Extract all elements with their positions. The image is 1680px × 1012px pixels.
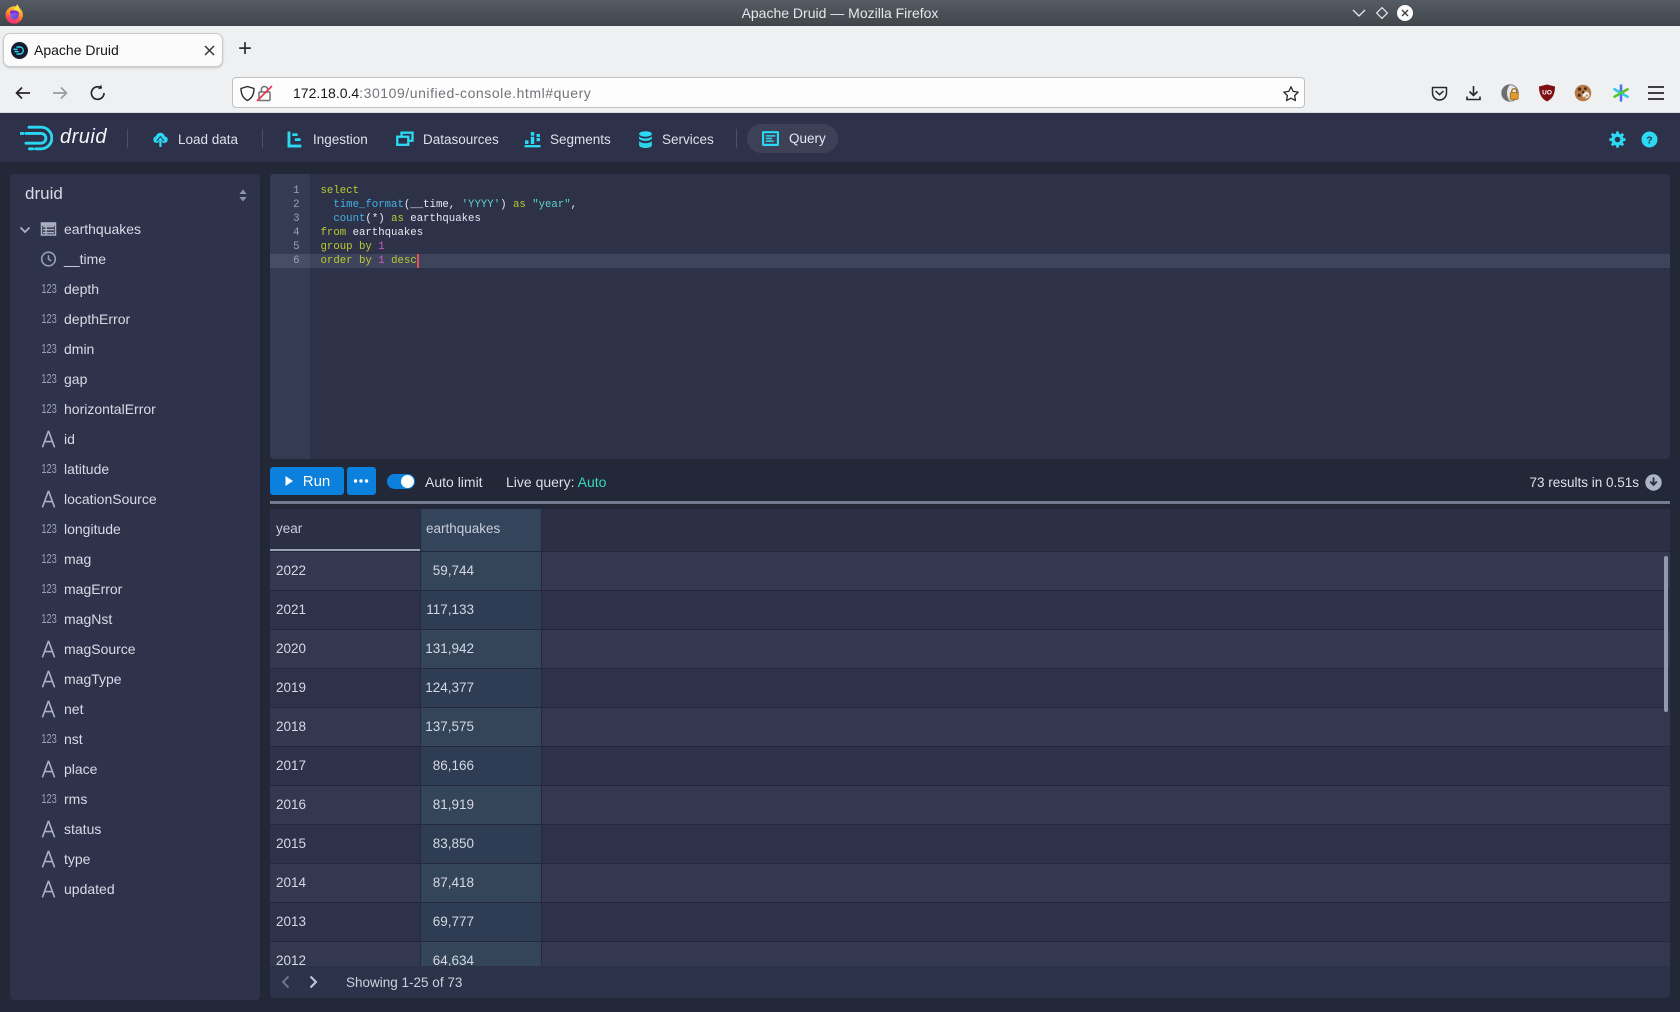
svg-text:?: ? bbox=[1646, 134, 1652, 146]
svg-text:UO: UO bbox=[1542, 90, 1552, 97]
